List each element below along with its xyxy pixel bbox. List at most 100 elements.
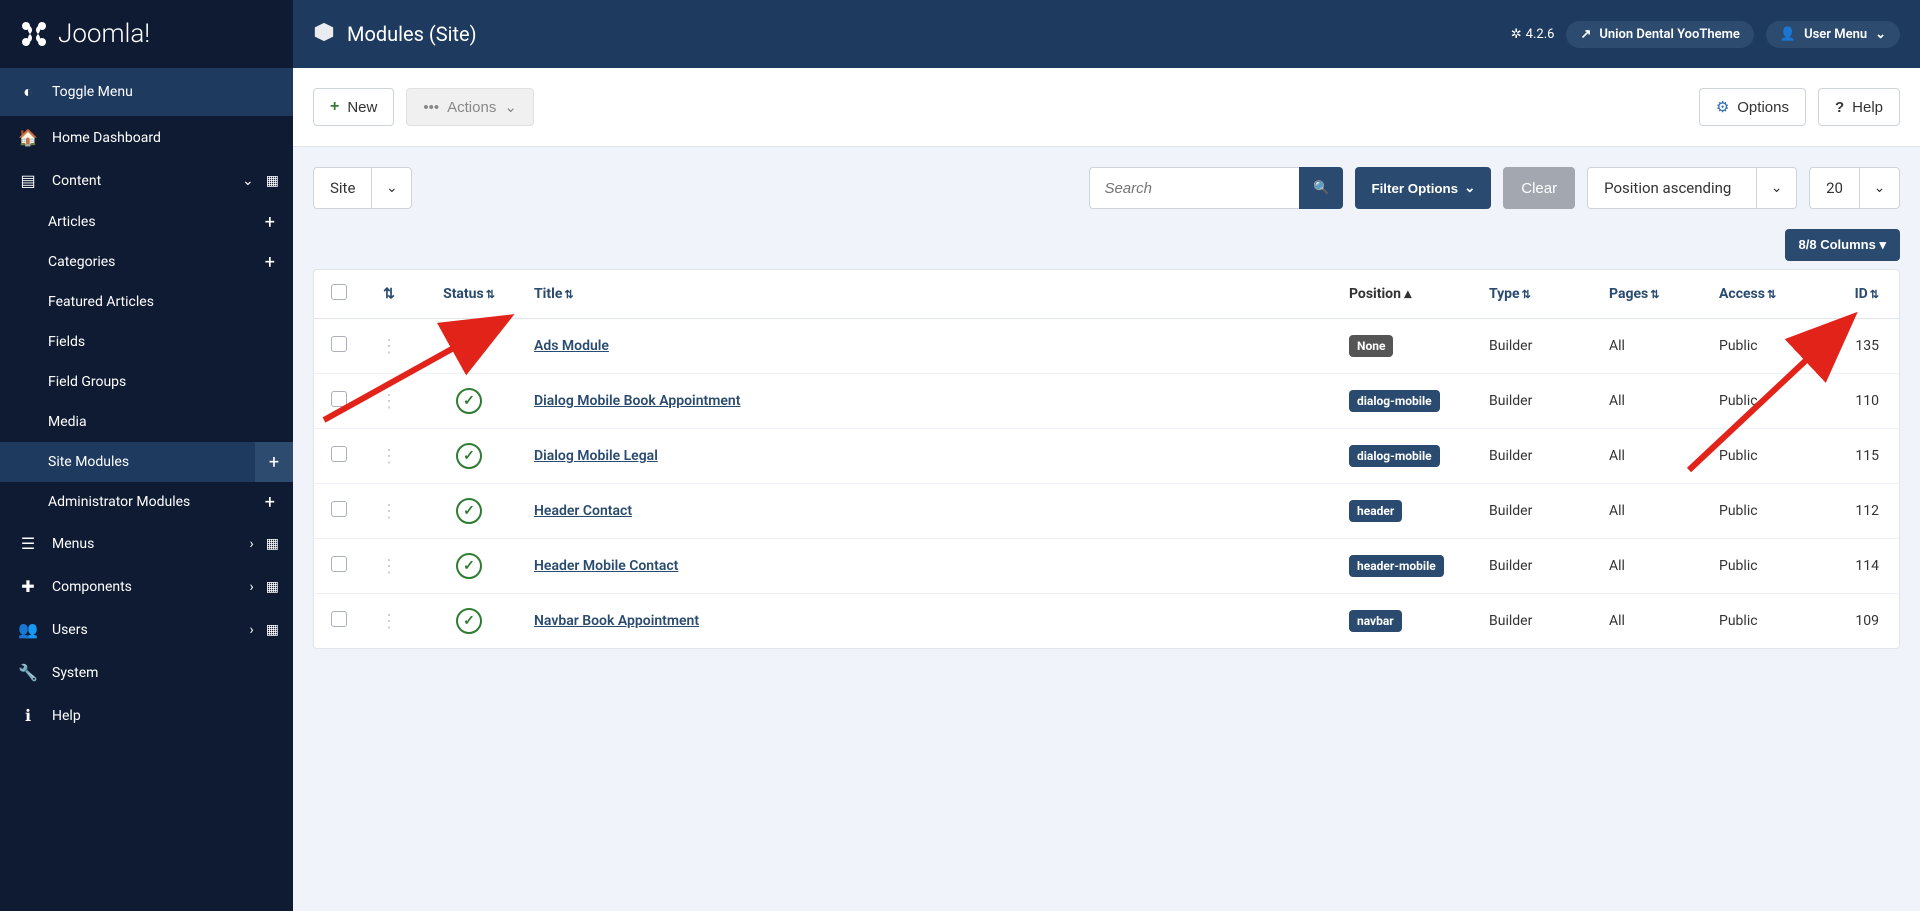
dashboard-icon[interactable]: ▦ <box>266 173 279 189</box>
external-link-icon: ↗ <box>1580 27 1591 42</box>
module-title-link[interactable]: Navbar Book Appointment <box>534 613 699 629</box>
select-all-checkbox[interactable] <box>331 284 347 300</box>
user-icon: 👤 <box>1780 27 1796 42</box>
brand-logo[interactable]: Joomla! <box>0 0 293 68</box>
gear-icon: ⚙ <box>1716 98 1729 116</box>
caret-down-icon: ▾ <box>1879 237 1886 252</box>
chevron-down-icon: ⌄ <box>371 168 411 208</box>
drag-handle-icon[interactable]: ⋮ <box>380 556 398 577</box>
col-position[interactable]: Position ▴ <box>1339 270 1479 319</box>
status-published-icon[interactable]: ✓ <box>456 443 482 469</box>
chevron-down-icon: ⌄ <box>1859 168 1899 208</box>
sort-select[interactable]: Position ascending ⌄ <box>1587 167 1797 209</box>
help-button[interactable]: ? Help <box>1818 88 1900 126</box>
dashboard-icon[interactable]: ▦ <box>266 622 279 638</box>
site-link[interactable]: ↗ Union Dental YooTheme <box>1566 21 1753 48</box>
module-title-link[interactable]: Dialog Mobile Legal <box>534 448 658 464</box>
module-title-link[interactable]: Ads Module <box>534 338 609 354</box>
joomla-small-icon: ✲ <box>1511 27 1522 42</box>
sidebar-item-site-modules[interactable]: Site Modules + <box>0 442 293 482</box>
sidebar-item-articles[interactable]: Articles + <box>0 202 293 242</box>
drag-handle-icon[interactable]: ⋮ <box>380 391 398 412</box>
sidebar-item-components[interactable]: ✚ Components ›▦ <box>0 565 293 608</box>
table-row: ⋮ ✓ Dialog Mobile Legal dialog-mobile Bu… <box>314 429 1899 484</box>
limit-select[interactable]: 20 ⌄ <box>1809 167 1900 209</box>
module-pages: All <box>1599 539 1709 594</box>
sidebar-item-fields[interactable]: Fields <box>0 322 293 362</box>
module-title-link[interactable]: Header Contact <box>534 503 632 519</box>
plus-icon[interactable]: + <box>265 252 275 273</box>
search-button[interactable]: 🔍 <box>1299 167 1343 209</box>
clear-button[interactable]: Clear <box>1503 167 1575 209</box>
position-badge: header-mobile <box>1349 555 1444 577</box>
status-published-icon[interactable]: ✓ <box>456 388 482 414</box>
drag-handle-icon[interactable]: ⋮ <box>380 336 398 357</box>
sidebar-item-help[interactable]: ℹ Help <box>0 694 293 737</box>
dashboard-icon[interactable]: ▦ <box>266 536 279 552</box>
actions-button[interactable]: ••• Actions ⌄ <box>406 88 534 126</box>
client-select[interactable]: Site ⌄ <box>313 167 412 209</box>
module-access: Public <box>1709 374 1829 429</box>
toggle-menu[interactable]: ◐ Toggle Menu <box>0 68 293 116</box>
module-title-link[interactable]: Dialog Mobile Book Appointment <box>534 393 740 409</box>
sidebar-item-users[interactable]: 👥 Users ›▦ <box>0 608 293 651</box>
col-order[interactable]: ⇅ <box>364 270 414 319</box>
row-checkbox[interactable] <box>331 446 347 462</box>
sidebar-item-categories[interactable]: Categories + <box>0 242 293 282</box>
row-checkbox[interactable] <box>331 501 347 517</box>
sidebar-item-field-groups[interactable]: Field Groups <box>0 362 293 402</box>
col-title[interactable]: Title⇅ <box>524 270 1339 319</box>
sidebar-item-label: Components <box>52 579 132 595</box>
row-checkbox[interactable] <box>331 391 347 407</box>
plus-icon[interactable]: + <box>255 442 293 482</box>
sidebar-item-home[interactable]: 🏠 Home Dashboard <box>0 116 293 159</box>
drag-handle-icon[interactable]: ⋮ <box>380 501 398 522</box>
plus-icon[interactable]: + <box>265 492 275 513</box>
filter-options-button[interactable]: Filter Options ⌄ <box>1355 167 1491 209</box>
joomla-icon <box>18 18 50 50</box>
sidebar-item-featured-articles[interactable]: Featured Articles <box>0 282 293 322</box>
status-published-icon[interactable]: ✓ <box>456 608 482 634</box>
brand-text: Joomla! <box>58 19 150 49</box>
sidebar-item-label: Content <box>52 173 101 189</box>
sidebar-item-admin-modules[interactable]: Administrator Modules + <box>0 482 293 522</box>
sidebar-item-system[interactable]: 🔧 System <box>0 651 293 694</box>
plus-icon[interactable]: + <box>265 212 275 233</box>
search-input[interactable] <box>1089 167 1299 209</box>
col-access[interactable]: Access⇅ <box>1709 270 1829 319</box>
col-type[interactable]: Type⇅ <box>1479 270 1599 319</box>
col-status[interactable]: Status⇅ <box>414 270 524 319</box>
status-published-icon[interactable]: ✓ <box>456 498 482 524</box>
col-pages[interactable]: Pages⇅ <box>1599 270 1709 319</box>
file-icon: ▤ <box>18 171 38 190</box>
module-type: Builder <box>1479 319 1599 374</box>
position-badge: header <box>1349 500 1402 522</box>
table-row: ⋮ ✓ Dialog Mobile Book Appointment dialo… <box>314 374 1899 429</box>
row-checkbox[interactable] <box>331 336 347 352</box>
module-title-link[interactable]: Header Mobile Contact <box>534 558 678 574</box>
user-menu[interactable]: 👤 User Menu ⌄ <box>1766 21 1900 48</box>
sidebar-item-menus[interactable]: ☰ Menus ›▦ <box>0 522 293 565</box>
position-badge: dialog-mobile <box>1349 390 1440 412</box>
dashboard-icon[interactable]: ▦ <box>266 579 279 595</box>
row-checkbox[interactable] <box>331 556 347 572</box>
drag-handle-icon[interactable]: ⋮ <box>380 446 398 467</box>
module-type: Builder <box>1479 539 1599 594</box>
table-row: ⋮ ✓ Ads Module None Builder All Public 1… <box>314 319 1899 374</box>
module-pages: All <box>1599 319 1709 374</box>
version-badge[interactable]: ✲ 4.2.6 <box>1511 27 1555 42</box>
drag-handle-icon[interactable]: ⋮ <box>380 611 398 632</box>
columns-button[interactable]: 8/8 Columns ▾ <box>1785 229 1900 261</box>
row-checkbox[interactable] <box>331 611 347 627</box>
module-id: 115 <box>1829 429 1899 484</box>
plus-icon: + <box>330 98 339 116</box>
sidebar-item-label: Featured Articles <box>48 294 154 310</box>
sidebar-item-media[interactable]: Media <box>0 402 293 442</box>
sidebar-item-content[interactable]: ▤ Content ⌄ ▦ <box>0 159 293 202</box>
status-published-icon[interactable]: ✓ <box>456 333 482 359</box>
sidebar-item-label: Home Dashboard <box>52 130 161 146</box>
col-id[interactable]: ID⇅ <box>1829 270 1899 319</box>
status-published-icon[interactable]: ✓ <box>456 553 482 579</box>
options-button[interactable]: ⚙ Options <box>1699 88 1806 126</box>
new-button[interactable]: + New <box>313 88 394 126</box>
